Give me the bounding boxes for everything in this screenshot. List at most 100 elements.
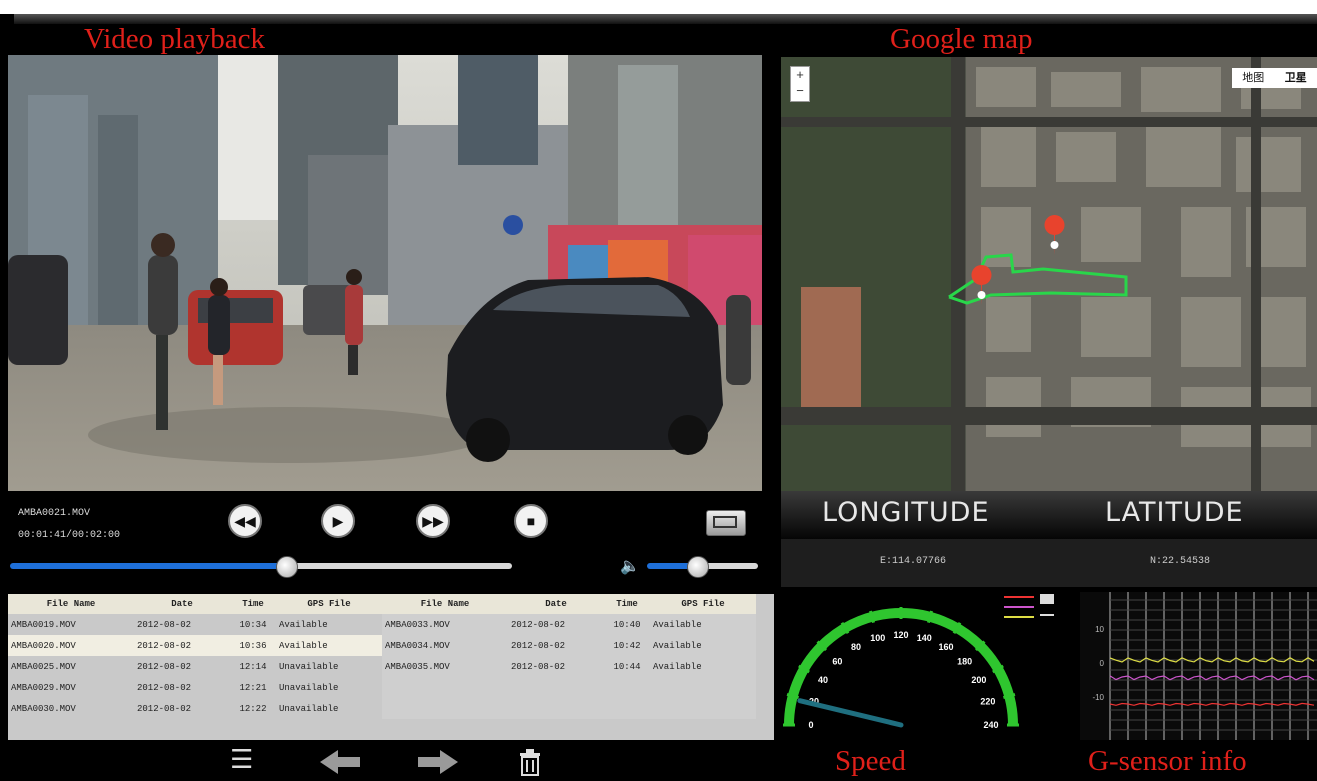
table-cell: Available (650, 614, 756, 635)
bottom-toolbar (0, 740, 775, 777)
speed-tick-label: 100 (870, 633, 885, 643)
delete-button[interactable] (518, 748, 542, 781)
satellite-map[interactable] (781, 57, 1317, 491)
table-cell: AMBA0029.MOV (8, 677, 134, 698)
arrow-right-icon (418, 750, 458, 774)
gsensor-chart: 10 0 -10 (1080, 592, 1317, 740)
fullscreen-icon (713, 516, 737, 528)
table-cell: Unavailable (276, 656, 382, 677)
table-cell: 2012-08-02 (134, 677, 230, 698)
table-cell: 12:14 (230, 656, 276, 677)
speed-tick-label: 60 (832, 656, 842, 666)
table-cell (508, 677, 604, 698)
table-cell: Available (650, 635, 756, 656)
fast-forward-icon: ▶▶ (422, 513, 444, 530)
table-row[interactable]: AMBA0020.MOV2012-08-0210:36AvailableAMBA… (8, 635, 756, 656)
table-row[interactable]: AMBA0030.MOV2012-08-0212:22Unavailable (8, 698, 756, 719)
gsensor-y-label: -10 (1092, 693, 1104, 702)
progress-slider-knob[interactable] (276, 556, 298, 578)
table-cell: 2012-08-02 (508, 635, 604, 656)
video-section-title: Video playback (84, 23, 265, 55)
map-type-toggle[interactable]: 地图 卫星 (1232, 68, 1317, 88)
rewind-button[interactable]: ◀◀ (228, 504, 262, 538)
header-time: Time (604, 594, 650, 614)
speed-tick-label: 120 (893, 630, 908, 640)
table-cell: AMBA0030.MOV (8, 698, 134, 719)
longitude-value: E:114.07766 (880, 556, 946, 567)
map-type-map[interactable]: 地图 (1232, 68, 1275, 88)
zoom-out-button[interactable]: − (791, 83, 809, 99)
speedometer: 020406080100120140160180200220240 (781, 590, 1021, 740)
progress-bar-track[interactable] (286, 563, 512, 569)
volume-slider-knob[interactable] (687, 556, 709, 578)
table-cell (382, 677, 508, 698)
speed-tick-label: 200 (971, 675, 986, 685)
table-cell: 2012-08-02 (508, 614, 604, 635)
video-frame[interactable] (8, 55, 762, 491)
map-type-satellite[interactable]: 卫星 (1275, 68, 1317, 88)
header-gps-file: GPS File (650, 594, 756, 614)
table-cell: Available (276, 614, 382, 635)
table-cell: AMBA0025.MOV (8, 656, 134, 677)
menu-icon: ☰ (230, 744, 253, 774)
speed-tick-label: 40 (818, 675, 828, 685)
table-row[interactable]: AMBA0025.MOV 2012-08-02 12:14UnavailableAM… (8, 656, 756, 677)
speed-needle (800, 701, 901, 725)
table-cell (382, 698, 508, 719)
table-cell: AMBA0034.MOV (382, 635, 508, 656)
player-controls (0, 491, 770, 591)
speed-tick-label: 240 (983, 720, 998, 730)
gsensor-y-label: 0 (1100, 659, 1105, 668)
header-gps-file: GPS File (276, 594, 382, 614)
play-button[interactable]: ▶ (321, 504, 355, 538)
menu-button[interactable]: ☰ (230, 746, 253, 772)
table-cell (508, 698, 604, 719)
zoom-in-button[interactable]: + (791, 67, 809, 83)
table-cell: 10:34 (230, 614, 276, 635)
table-row[interactable]: AMBA0019.MOV2012-08-0210:34AvailableAMBA… (8, 614, 756, 635)
gsensor-legend (1000, 594, 1080, 634)
map-section-title: Google map (890, 23, 1033, 55)
table-cell: AMBA0019.MOV (8, 614, 134, 635)
table-cell: 2012-08-02 (134, 635, 230, 656)
speed-tick-label: 80 (851, 642, 861, 652)
header-file-name: File Name (8, 594, 134, 614)
speed-tick-label: 180 (957, 656, 972, 666)
speed-tick-label: 140 (917, 633, 932, 643)
map-zoom-control[interactable]: + − (790, 66, 810, 102)
header-date: Date (508, 594, 604, 614)
next-button[interactable] (418, 750, 458, 779)
playback-timecode: 00:01:41/00:02:00 (18, 530, 120, 541)
prev-button[interactable] (320, 750, 360, 779)
window-top-edge (0, 0, 1317, 14)
gsensor-y-label: 10 (1095, 625, 1104, 634)
table-cell: 10:40 (604, 614, 650, 635)
table-cell: Unavailable (276, 698, 382, 719)
latitude-label: LATITUDE (1105, 497, 1244, 528)
stop-button[interactable]: ■ (514, 504, 548, 538)
current-filename: AMBA0021.MOV (18, 508, 90, 519)
table-cell (650, 677, 756, 698)
gsensor-background (1080, 592, 1317, 740)
table-cell: 2012-08-02 (134, 698, 230, 719)
volume-icon[interactable]: 🔈 (620, 556, 640, 576)
table-cell: 10:36 (230, 635, 276, 656)
table-row[interactable]: AMBA0029.MOV2012-08-0212:21Unavailable (8, 677, 756, 698)
play-icon: ▶ (333, 513, 344, 530)
header-date: Date (134, 594, 230, 614)
file-table: File Name Date Time GPS File File Name D… (8, 594, 756, 719)
fullscreen-button[interactable] (706, 510, 746, 536)
speed-tick-label: 160 (938, 642, 953, 652)
speed-tick-label: 220 (980, 697, 995, 707)
table-cell (650, 698, 756, 719)
table-header-row: File Name Date Time GPS File File Name D… (8, 594, 756, 614)
table-cell: 2012-08-02 (508, 656, 604, 677)
gsensor-title: G-sensor info (1088, 745, 1247, 777)
table-cell: AMBA0035.MOV (382, 656, 508, 677)
header-time: Time (230, 594, 276, 614)
fast-forward-button[interactable]: ▶▶ (416, 504, 450, 538)
progress-bar-fill (10, 563, 286, 569)
trash-icon (518, 748, 542, 776)
table-cell: AMBA0020.MOV (8, 635, 134, 656)
table-cell: 12:22 (230, 698, 276, 719)
